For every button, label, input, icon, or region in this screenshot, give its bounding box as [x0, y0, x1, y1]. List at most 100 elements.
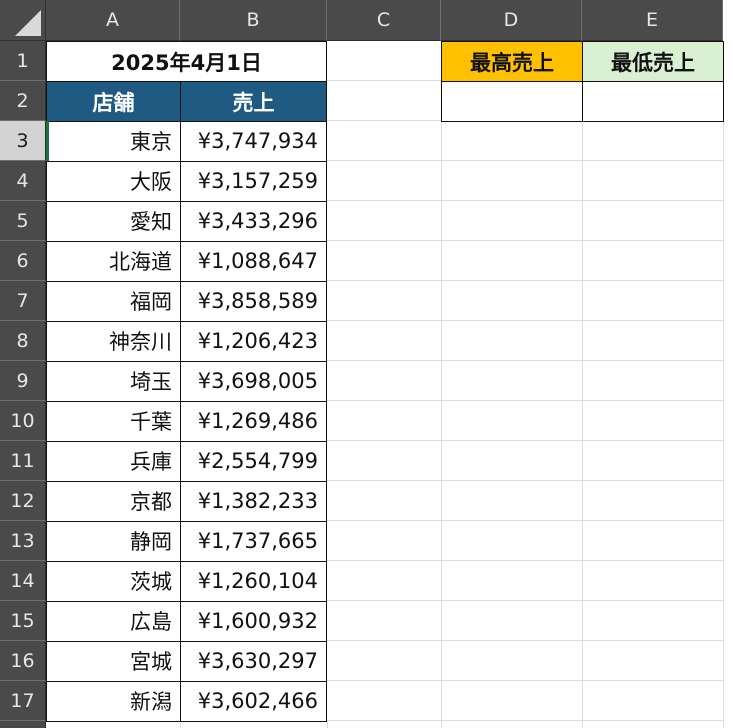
sales-cell[interactable]: ¥3,858,589: [180, 281, 327, 322]
empty-cell[interactable]: [582, 441, 724, 481]
sales-cell[interactable]: ¥3,698,005: [180, 361, 327, 402]
row-header-4[interactable]: 4: [0, 161, 46, 201]
empty-cell[interactable]: [441, 321, 583, 361]
empty-cell[interactable]: [582, 361, 724, 401]
empty-cell[interactable]: [441, 681, 583, 721]
empty-cell[interactable]: [582, 201, 724, 241]
empty-cell[interactable]: [582, 601, 724, 641]
store-cell[interactable]: 大阪: [46, 161, 181, 202]
max-sales-value-cell[interactable]: [441, 81, 583, 122]
empty-cell[interactable]: [327, 681, 442, 721]
empty-cell[interactable]: [441, 281, 583, 321]
empty-cell[interactable]: [441, 201, 583, 241]
empty-cell[interactable]: [441, 601, 583, 641]
title-cell[interactable]: 2025年4月1日: [46, 41, 327, 82]
store-cell[interactable]: 宮城: [46, 641, 181, 682]
empty-cell[interactable]: [441, 401, 583, 441]
row-header-13[interactable]: 13: [0, 521, 46, 561]
empty-cell[interactable]: [327, 81, 442, 121]
row-header-next[interactable]: [0, 721, 46, 728]
store-header-cell[interactable]: 店舗: [46, 81, 181, 122]
empty-cell[interactable]: [441, 481, 583, 521]
row-header-11[interactable]: 11: [0, 441, 46, 481]
min-sales-value-cell[interactable]: [582, 81, 724, 122]
empty-cell[interactable]: [582, 241, 724, 281]
sales-cell[interactable]: ¥1,088,647: [180, 241, 327, 282]
sales-cell[interactable]: ¥1,260,104: [180, 561, 327, 602]
empty-cell[interactable]: [582, 281, 724, 321]
empty-cell[interactable]: [327, 561, 442, 601]
empty-cell[interactable]: [327, 281, 442, 321]
empty-cell[interactable]: [327, 161, 442, 201]
empty-cell[interactable]: [327, 721, 442, 728]
empty-cell[interactable]: [327, 601, 442, 641]
store-cell[interactable]: 静岡: [46, 521, 181, 562]
store-cell[interactable]: 福岡: [46, 281, 181, 322]
empty-cell[interactable]: [180, 721, 328, 728]
empty-cell[interactable]: [582, 561, 724, 601]
sales-cell[interactable]: ¥2,554,799: [180, 441, 327, 482]
row-header-16[interactable]: 16: [0, 641, 46, 681]
empty-cell[interactable]: [327, 441, 442, 481]
empty-cell[interactable]: [582, 681, 724, 721]
empty-cell[interactable]: [582, 721, 724, 728]
empty-cell[interactable]: [327, 41, 442, 81]
sales-cell[interactable]: ¥3,157,259: [180, 161, 327, 202]
empty-cell[interactable]: [327, 481, 442, 521]
empty-cell[interactable]: [327, 361, 442, 401]
empty-cell[interactable]: [441, 241, 583, 281]
select-all-button[interactable]: [0, 0, 46, 41]
store-cell[interactable]: 新潟: [46, 681, 181, 722]
sales-header-cell[interactable]: 売上: [180, 81, 327, 122]
sales-cell[interactable]: ¥1,382,233: [180, 481, 327, 522]
store-cell[interactable]: 神奈川: [46, 321, 181, 362]
empty-cell[interactable]: [582, 481, 724, 521]
column-header-d[interactable]: D: [441, 0, 582, 41]
empty-cell[interactable]: [327, 641, 442, 681]
empty-cell[interactable]: [327, 321, 442, 361]
store-cell[interactable]: 京都: [46, 481, 181, 522]
empty-cell[interactable]: [327, 121, 442, 161]
sales-cell[interactable]: ¥1,600,932: [180, 601, 327, 642]
empty-cell[interactable]: [582, 161, 724, 201]
empty-cell[interactable]: [582, 641, 724, 681]
column-header-b[interactable]: B: [180, 0, 327, 41]
empty-cell[interactable]: [327, 241, 442, 281]
empty-cell[interactable]: [46, 721, 181, 728]
store-cell[interactable]: 千葉: [46, 401, 181, 442]
store-cell[interactable]: 広島: [46, 601, 181, 642]
row-header-17[interactable]: 17: [0, 681, 46, 721]
row-header-15[interactable]: 15: [0, 601, 46, 641]
store-cell[interactable]: 兵庫: [46, 441, 181, 482]
empty-cell[interactable]: [582, 521, 724, 561]
empty-cell[interactable]: [441, 441, 583, 481]
row-header-8[interactable]: 8: [0, 321, 46, 361]
store-cell[interactable]: 埼玉: [46, 361, 181, 402]
store-cell[interactable]: 愛知: [46, 201, 181, 242]
sales-cell[interactable]: ¥3,747,934: [180, 121, 327, 162]
sales-cell[interactable]: ¥1,206,423: [180, 321, 327, 362]
sales-cell[interactable]: ¥3,602,466: [180, 681, 327, 722]
row-header-10[interactable]: 10: [0, 401, 46, 441]
row-header-9[interactable]: 9: [0, 361, 46, 401]
column-header-c[interactable]: C: [327, 0, 441, 41]
row-header-3[interactable]: 3: [0, 121, 46, 161]
column-header-e[interactable]: E: [582, 0, 723, 41]
row-header-6[interactable]: 6: [0, 241, 46, 281]
store-cell[interactable]: 東京: [46, 121, 181, 162]
sales-cell[interactable]: ¥1,269,486: [180, 401, 327, 442]
empty-cell[interactable]: [441, 561, 583, 601]
empty-cell[interactable]: [327, 201, 442, 241]
row-header-5[interactable]: 5: [0, 201, 46, 241]
empty-cell[interactable]: [441, 721, 583, 728]
empty-cell[interactable]: [327, 521, 442, 561]
empty-cell[interactable]: [441, 361, 583, 401]
sales-cell[interactable]: ¥3,433,296: [180, 201, 327, 242]
empty-cell[interactable]: [441, 161, 583, 201]
min-sales-label-cell[interactable]: 最低売上: [582, 41, 724, 82]
empty-cell[interactable]: [441, 121, 583, 161]
row-header-1[interactable]: 1: [0, 41, 46, 81]
store-cell[interactable]: 北海道: [46, 241, 181, 282]
empty-cell[interactable]: [582, 401, 724, 441]
row-header-12[interactable]: 12: [0, 481, 46, 521]
